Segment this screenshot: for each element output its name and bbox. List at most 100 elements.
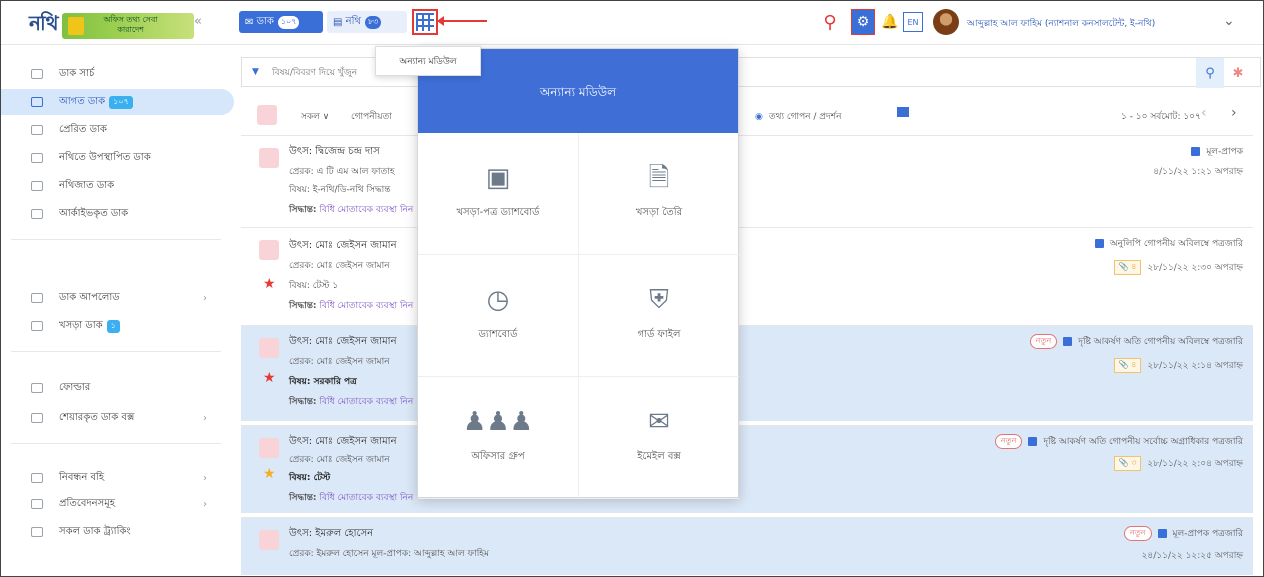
sidebar-item-shared-box[interactable]: শেয়ারকৃত ডাক বক্স › xyxy=(1,405,226,431)
sidebar-item-label: নথিতে উপস্থাপিত ডাক xyxy=(59,151,151,163)
report-icon xyxy=(31,499,43,509)
table-row[interactable]: ★ উৎস: মোঃ জেইসন জামান প্রেরক: মোঃ জেইসন… xyxy=(241,425,1253,513)
module-tile-label: খসড়া-পত্র ড্যাশবোর্ড xyxy=(456,207,540,218)
dak-button[interactable]: ✉ ডাক ১০৭ xyxy=(239,11,323,33)
tracking-search-icon xyxy=(31,527,43,537)
avatar[interactable] xyxy=(933,9,959,35)
other-modules-panel: অন্যান্য মডিউল ▣ খসড়া-পত্র ড্যাশবোর্ড 🗎… xyxy=(417,48,739,499)
nothi-label: নথি xyxy=(345,15,361,27)
users-icon: ♟♟♟ xyxy=(463,407,533,437)
row-source: উৎস: ইমরুল হোসেন xyxy=(289,528,374,539)
chevron-right-icon[interactable]: › xyxy=(1231,105,1237,121)
sidebar-item-archived[interactable]: আর্কাইভকৃত ডাক xyxy=(1,201,226,227)
nothi-button[interactable]: ▤ নথি ৮৩ xyxy=(327,11,407,33)
gauge-icon: ◷ xyxy=(486,285,510,315)
row-checkbox[interactable] xyxy=(259,530,279,550)
sidebar-item-tracking[interactable]: সকল ডাক ট্র্যাকিং xyxy=(1,519,226,545)
new-badge: নতুন xyxy=(1029,334,1058,349)
sidebar-item-dak-search[interactable]: ডাক সার্চ xyxy=(1,61,226,87)
module-tile-email-box[interactable]: ✉ ইমেইল বক্স xyxy=(579,377,739,499)
row-checkbox[interactable] xyxy=(259,148,279,168)
sidebar-item-sent[interactable]: প্রেরিত ডাক xyxy=(1,117,226,143)
row-tag-text: দৃষ্টি আকর্ষণ অতি গোপনীয় অবিলম্বে পত্রজ… xyxy=(1078,337,1243,347)
attachment-badge[interactable]: 📎 ৪ xyxy=(1113,358,1142,373)
secrecy-filter[interactable]: গোপনীয়তা xyxy=(351,109,392,124)
row-sender: প্রেরক: মোঃ জেইসন জামান xyxy=(289,455,390,465)
table-row[interactable]: ★ উৎস: মোঃ জেইসন জামান প্রেরক: মোঃ জেইসন… xyxy=(241,325,1253,421)
module-tile-draft-dashboard[interactable]: ▣ খসড়া-পত্র ড্যাশবোর্ড xyxy=(418,133,579,255)
envelope-icon[interactable] xyxy=(897,107,909,117)
sidebar: ডাক সার্চ আগত ডাক ১০৭ প্রেরিত ডাক নথিতে … xyxy=(1,45,234,576)
table-row[interactable]: উৎস: দ্বিজেন্দ্র চন্দ্র দাস প্রেরক: এ টি… xyxy=(241,135,1253,227)
star-icon[interactable]: ★ xyxy=(263,276,276,292)
row-decision: সিদ্ধান্ত: বিধি মোতাবেক ব্যবস্থা নিন xyxy=(289,394,413,409)
attachment-badge[interactable]: 📎 ৩ xyxy=(1113,456,1142,471)
row-subject: বিষয়: টেস্ট ১ xyxy=(289,281,339,291)
row-checkbox[interactable] xyxy=(259,338,279,358)
sidebar-divider xyxy=(11,351,221,352)
search-icon[interactable]: ⚲ xyxy=(1196,58,1224,88)
module-tile-dashboard[interactable]: ◷ ড্যাশবোর্ড xyxy=(418,255,579,377)
star-icon[interactable]: ★ xyxy=(263,466,276,482)
module-tile-officer-group[interactable]: ♟♟♟ অফিসার গ্রুপ xyxy=(418,377,579,499)
row-tags: নতুন দৃষ্টি আকর্ষণ অতি গোপনীয় সর্বোচ্চ … xyxy=(994,434,1243,449)
sidebar-item-draft-dak[interactable]: খসড়া ডাক ১ xyxy=(1,313,226,339)
sidebar-item-label: সকল ডাক ট্র্যাকিং xyxy=(59,525,131,537)
row-decision-prefix: সিদ্ধান্ত: xyxy=(289,301,317,311)
sidebar-item-nothijat[interactable]: নথিজাত ডাক xyxy=(1,173,226,199)
module-tiles: ▣ খসড়া-পত্র ড্যাশবোর্ড 🗎 খসড়া তৈরি ◷ ড… xyxy=(418,133,739,499)
nothi-logo[interactable]: নথি অফিস তথ্য সেবা কারাদেশ xyxy=(29,9,194,42)
module-tile-guard-file[interactable]: ⛨ গার্ড ফাইল xyxy=(579,255,739,377)
search-icon[interactable]: ⚲ xyxy=(818,9,842,35)
share-icon xyxy=(31,413,43,423)
row-decision: সিদ্ধান্ত: বিধি মোতাবেক ব্যবস্থা নিন xyxy=(289,202,413,217)
clear-filter-icon[interactable]: ✱ xyxy=(1224,58,1252,88)
logo-flag-icon xyxy=(67,16,84,35)
module-tile-create-draft[interactable]: 🗎 খসড়া তৈরি xyxy=(579,133,739,255)
folder-icon xyxy=(31,383,43,393)
info-toggle[interactable]: ◉ তথ্য গোপন / প্রদর্শন xyxy=(755,109,841,124)
search-input[interactable] xyxy=(272,64,392,82)
bell-icon[interactable]: 🔔 xyxy=(879,9,901,35)
row-checkbox[interactable] xyxy=(259,438,279,458)
sidebar-collapse-icon[interactable]: « xyxy=(194,14,202,29)
chevron-right-icon: › xyxy=(203,412,207,424)
sidebar-item-presented[interactable]: নথিতে উপস্থাপিত ডাক xyxy=(1,145,226,171)
user-name[interactable]: আব্দুল্লাহ আল ফাহিম (ন্যাশনাল কনসালটেন্ট… xyxy=(967,16,1155,31)
chevron-down-icon[interactable]: ⌄ xyxy=(1223,13,1235,29)
apps-grid-icon xyxy=(416,13,434,31)
sidebar-item-label: ডাক আপলোড xyxy=(59,291,120,303)
select-all-checkbox[interactable] xyxy=(257,105,277,125)
row-sender: প্রেরক: মোঃ জেইসন জামান xyxy=(289,357,390,367)
copy-icon xyxy=(1094,239,1104,248)
chevron-left-icon[interactable]: ‹ xyxy=(1201,105,1207,121)
other-modules-tooltip: অন্যান্য মডিউল xyxy=(375,46,481,76)
row-sender: প্রেরক: মোঃ জেইসন জামান xyxy=(289,261,390,271)
row-tag-text: দৃষ্টি আকর্ষণ অতি গোপনীয় সর্বোচ্চ অগ্রা… xyxy=(1043,437,1243,447)
other-modules-button[interactable] xyxy=(412,9,438,35)
star-icon[interactable]: ★ xyxy=(263,370,276,386)
recipient-icon xyxy=(1157,529,1167,538)
filter-dropdown-icon[interactable]: ▼ xyxy=(252,67,259,77)
row-date-line: 📎 ৪ ২৮/১১/২২ ২:১৪ অপরাহ্ন xyxy=(1113,358,1243,373)
language-toggle[interactable]: EN xyxy=(903,12,923,32)
file-icon: ▤ xyxy=(333,16,343,28)
row-source: উৎস: মোঃ জেইসন জামান xyxy=(289,436,397,447)
table-row[interactable]: ★ উৎস: মোঃ জেইসন জামান প্রেরক: মোঃ জেইসন… xyxy=(241,227,1253,325)
gear-icon[interactable]: ⚙ xyxy=(851,9,875,35)
sidebar-item-label: প্রতিবেদনসমূহ xyxy=(59,497,116,509)
sidebar-item-incoming[interactable]: আগত ডাক ১০৭ xyxy=(1,89,234,115)
table-row[interactable]: উৎস: ইমরুল হোসেন প্রেরক: ইমরুল হোসেন মূল… xyxy=(241,517,1253,575)
sidebar-item-register[interactable]: নিবন্ধন বহি › xyxy=(1,465,226,491)
module-tile-label: ইমেইল বক্স xyxy=(637,451,681,462)
sidebar-item-reports[interactable]: প্রতিবেদনসমূহ › xyxy=(1,491,226,517)
sidebar-item-dak-upload[interactable]: ডাক আপলোড › xyxy=(1,285,226,311)
row-tag-text: মূল-প্রাপক xyxy=(1206,147,1243,157)
top-bar: নথি অফিস তথ্য সেবা কারাদেশ « ✉ ডাক ১০৭ ▤… xyxy=(1,1,1263,45)
attachment-badge[interactable]: 📎 ৪ xyxy=(1113,260,1142,275)
incoming-count-badge: ১০৭ xyxy=(109,95,133,109)
row-checkbox[interactable] xyxy=(259,240,279,260)
row-tags: নতুন দৃষ্টি আকর্ষণ অতি গোপনীয় অবিলম্বে … xyxy=(1029,334,1243,349)
sidebar-item-folder[interactable]: ফোল্ডার xyxy=(1,375,226,401)
all-filter-dropdown[interactable]: সকল ∨ xyxy=(301,109,329,124)
